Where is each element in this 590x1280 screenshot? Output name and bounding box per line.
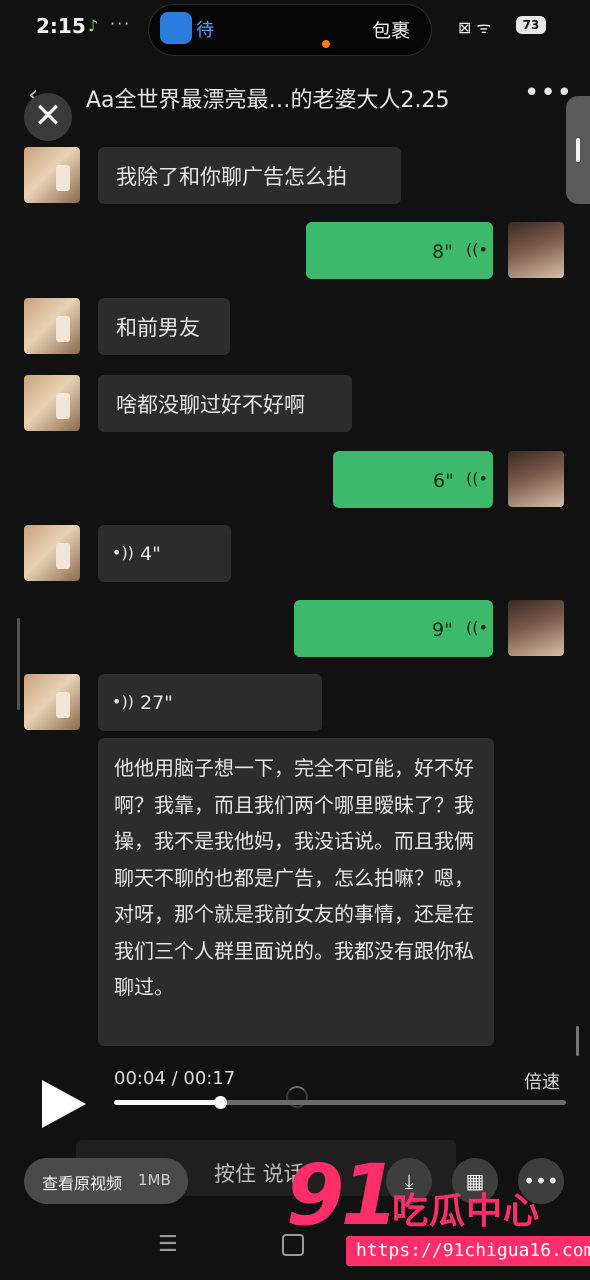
voice-wave-icon: •)) <box>112 692 134 711</box>
message-bubble[interactable]: 我除了和你聊广告怎么拍 <box>98 147 401 204</box>
message-bubble[interactable]: 啥都没聊过好不好啊 <box>98 375 352 432</box>
music-note-icon: ♪ <box>88 16 99 35</box>
island-text: 包裹 <box>372 20 411 42</box>
chat-title: Aa全世界最漂亮最…的老婆大人2.25 <box>86 88 450 113</box>
watermark-logo: 91 <box>286 1146 399 1244</box>
recording-dot-icon <box>322 40 330 48</box>
my-avatar[interactable] <box>508 600 564 656</box>
voice-transcript-bubble[interactable]: 他他用脑子想一下，完全不可能，好不好啊？我靠，而且我们两个哪里暧昧了？我操，我不… <box>98 738 494 1046</box>
scroll-indicator <box>17 618 20 710</box>
play-icon[interactable] <box>42 1080 86 1128</box>
contact-avatar[interactable] <box>24 525 80 581</box>
nav-menu-icon[interactable]: ☰ <box>158 1232 178 1257</box>
progress-bar[interactable] <box>114 1096 566 1109</box>
playback-time: 00:04 / 00:17 <box>114 1068 236 1089</box>
voice-duration: 27" <box>140 692 173 714</box>
progress-thumb[interactable] <box>214 1096 228 1109</box>
voice-message-bubble[interactable]: 6" ((• <box>333 451 493 508</box>
battery-icon: 73 <box>516 16 546 34</box>
view-original-video-label: 查看原视频 <box>42 1174 123 1193</box>
status-time: 2:15 <box>36 14 86 38</box>
voice-duration: 9" <box>432 619 453 641</box>
voice-duration: 6" <box>433 470 454 492</box>
message-text: 和前男友 <box>116 316 200 340</box>
voice-wave-icon: •)) <box>112 543 134 562</box>
voice-duration: 4" <box>140 543 161 565</box>
message-text: 我除了和你聊广告怎么拍 <box>116 165 347 189</box>
contact-avatar[interactable] <box>24 298 80 354</box>
progress-fill <box>114 1100 221 1105</box>
status-more-icon: ··· <box>110 14 132 33</box>
voice-wave-icon: ((• <box>466 618 488 637</box>
contact-avatar[interactable] <box>24 674 80 730</box>
wifi-icon: ⊠ ᯤ <box>458 18 492 37</box>
side-drawer-handle[interactable] <box>566 96 590 204</box>
voice-wave-icon: ((• <box>466 240 488 259</box>
app-icon <box>160 12 192 44</box>
voice-message-bubble[interactable]: •)) 4" <box>98 525 231 582</box>
voice-message-bubble[interactable]: •)) 27" <box>98 674 322 731</box>
watermark-url: https://91chigua16.com <box>346 1236 590 1266</box>
voice-wave-icon: ((• <box>466 469 488 488</box>
original-video-size: 1MB <box>138 1171 171 1189</box>
contact-avatar[interactable] <box>24 375 80 431</box>
voice-message-bubble[interactable]: 8" ((• <box>306 222 493 279</box>
scroll-indicator <box>576 1026 579 1056</box>
message-bubble[interactable]: 和前男友 <box>98 298 230 355</box>
view-original-video-button[interactable]: 查看原视频 1MB <box>24 1158 188 1204</box>
contact-avatar[interactable] <box>24 147 80 203</box>
voice-message-bubble[interactable]: 9" ((• <box>294 600 493 657</box>
voice-duration: 8" <box>432 241 453 263</box>
my-avatar[interactable] <box>508 451 564 507</box>
playback-speed-button[interactable]: 倍速 <box>524 1068 560 1094</box>
message-text: 啥都没聊过好不好啊 <box>116 393 305 417</box>
my-avatar[interactable] <box>508 222 564 278</box>
watermark-name: 吃瓜中心 <box>392 1191 541 1232</box>
transcript-text: 他他用脑子想一下，完全不可能，好不好啊？我靠，而且我们两个哪里暧昧了？我操，我不… <box>114 756 474 999</box>
close-button[interactable]: ✕ <box>24 93 72 141</box>
island-app-text: 待 <box>196 20 214 41</box>
